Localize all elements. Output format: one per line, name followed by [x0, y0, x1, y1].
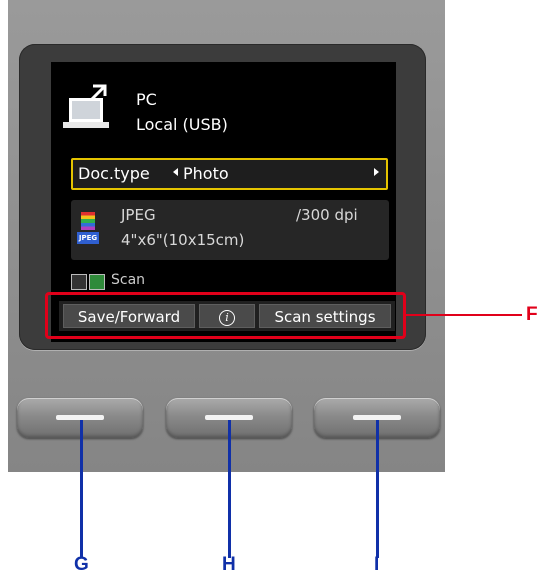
doc-type-value: Photo — [183, 164, 229, 183]
callout-line-i — [376, 420, 379, 558]
file-size: 4"x6"(10x15cm) — [121, 231, 245, 249]
jpeg-icon: JPEG — [77, 212, 99, 248]
callout-box-f — [45, 292, 406, 339]
doc-type-label: Doc.type — [78, 164, 150, 183]
callout-line-h — [228, 420, 231, 558]
file-resolution: /300 dpi — [296, 206, 358, 224]
start-icon — [89, 274, 105, 290]
callout-line-f — [406, 314, 522, 316]
destination-subtitle: Local (USB) — [136, 115, 228, 134]
callout-line-g — [80, 420, 83, 558]
destination-title: PC — [136, 90, 157, 109]
file-format: JPEG — [121, 206, 156, 224]
callout-label-f: F — [526, 304, 538, 325]
arrow-left-icon[interactable] — [173, 168, 178, 176]
file-settings-panel: JPEG JPEG /300 dpi 4"x6"(10x15cm) — [71, 200, 389, 260]
scan-label: Scan — [111, 272, 146, 288]
doc-type-selector[interactable]: Doc.type Photo — [71, 158, 388, 190]
mode-icon — [71, 274, 87, 290]
arrow-right-icon[interactable] — [374, 168, 379, 176]
pc-icon — [63, 84, 109, 128]
